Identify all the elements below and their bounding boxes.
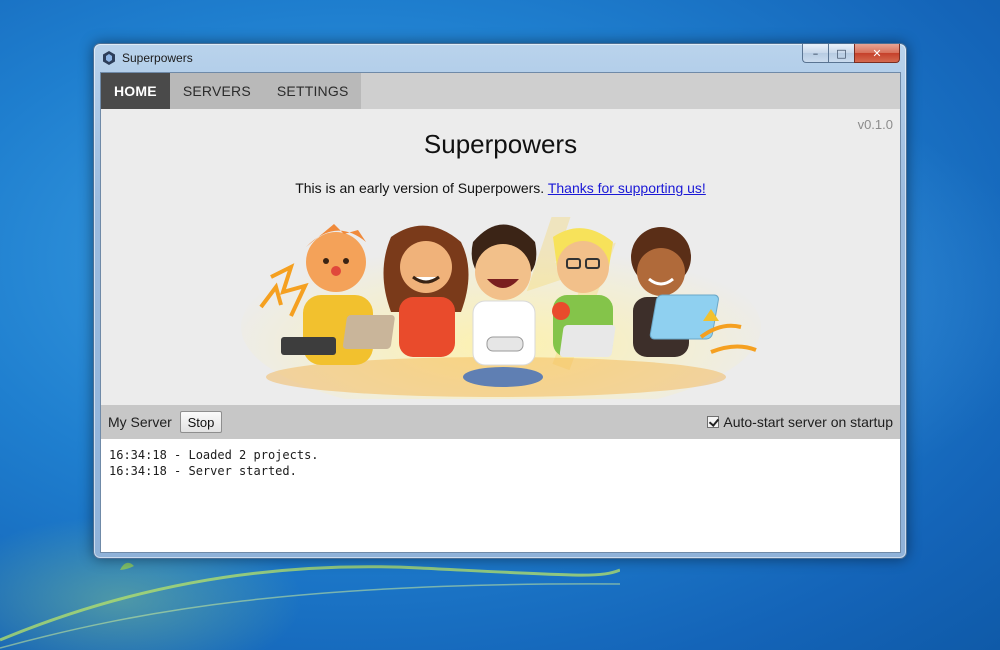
minimize-button[interactable]: – — [802, 44, 828, 63]
close-icon: ✕ — [872, 46, 882, 60]
app-window: Superpowers – □ ✕ HOME SERVERS SETTINGS … — [93, 43, 907, 559]
title-bar[interactable]: Superpowers – □ ✕ — [94, 44, 906, 72]
tab-settings[interactable]: SETTINGS — [263, 73, 362, 109]
minimize-icon: – — [812, 46, 819, 60]
window-controls: – □ ✕ — [802, 44, 900, 63]
window-title: Superpowers — [122, 51, 193, 65]
client-area: HOME SERVERS SETTINGS v0.1.0 Superpowers… — [100, 72, 901, 553]
maximize-icon: □ — [836, 46, 847, 60]
maximize-button[interactable]: □ — [828, 44, 854, 63]
intro-message: This is an early version of Superpowers. — [295, 180, 548, 196]
log-line: 16:34:18 - Loaded 2 projects. — [109, 448, 319, 462]
support-link[interactable]: Thanks for supporting us! — [548, 180, 706, 196]
tab-bar: HOME SERVERS SETTINGS — [101, 73, 900, 109]
autostart-option[interactable]: Auto-start server on startup — [707, 414, 893, 430]
autostart-label: Auto-start server on startup — [723, 414, 893, 430]
tab-servers[interactable]: SERVERS — [169, 73, 264, 109]
page-title: Superpowers — [423, 129, 578, 159]
server-bar: My Server Stop Auto-start server on star… — [101, 405, 900, 439]
close-button[interactable]: ✕ — [854, 44, 900, 63]
server-name: My Server — [108, 414, 172, 430]
five-characters-illustration — [241, 217, 761, 399]
tab-home[interactable]: HOME — [101, 73, 170, 109]
stop-server-button[interactable]: Stop — [180, 411, 222, 433]
home-panel: v0.1.0 Superpowers This is an early vers… — [101, 109, 900, 405]
server-log[interactable]: 16:34:18 - Loaded 2 projects. 16:34:18 -… — [101, 439, 900, 552]
superpowers-app-icon — [103, 51, 115, 65]
autostart-checkbox[interactable] — [707, 416, 720, 428]
log-line: 16:34:18 - Server started. — [109, 464, 297, 478]
intro-text: This is an early version of Superpowers.… — [101, 180, 900, 196]
